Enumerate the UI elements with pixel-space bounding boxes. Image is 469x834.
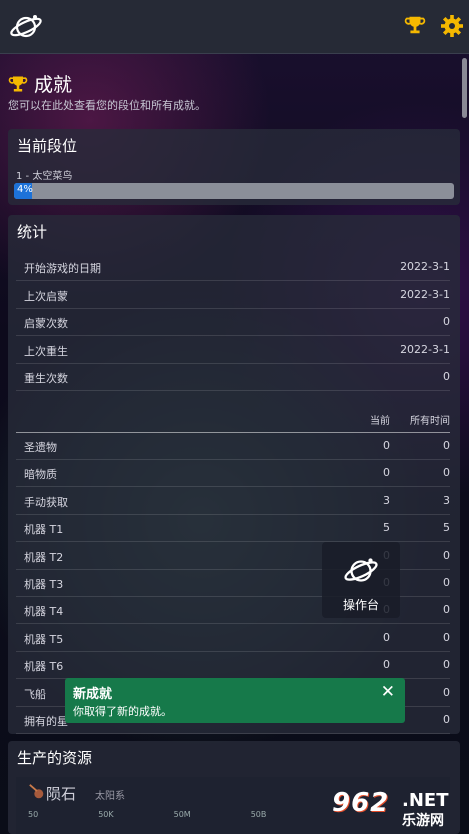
column-all-time: 所有时间 [410, 415, 450, 427]
stats-panel-title: 统计 [17, 223, 48, 241]
stat-label: 拥有的星 [24, 715, 68, 728]
watermark-domain: .NET [402, 790, 449, 811]
planet-logo-icon[interactable] [8, 9, 44, 45]
stat-row: 暗物质 0 0 [16, 459, 450, 488]
stat-current: 0 [383, 630, 390, 644]
current-rank-panel: 当前段位 1 - 太空菜鸟 4% [8, 129, 460, 205]
page-title-text: 成就 [34, 74, 73, 96]
stat-label: 开始游戏的日期 [24, 262, 101, 275]
stat-label: 手动获取 [24, 495, 68, 509]
page-title: 成就 [8, 70, 72, 97]
stat-all-time: 0 [443, 548, 450, 562]
stat-row: 上次启蒙 2022-3-1 [16, 281, 450, 309]
stat-label: 机器 T2 [24, 550, 64, 564]
stat-label: 机器 T6 [24, 660, 64, 674]
stat-all-time: 0 [443, 630, 450, 644]
stat-row: 手动获取 3 3 [16, 487, 450, 515]
top-bar [0, 0, 469, 54]
stat-value: 2022-3-1 [400, 260, 450, 273]
notification-title: 新成就 [73, 687, 113, 702]
stat-label: 机器 T3 [24, 578, 64, 591]
achievement-notification[interactable]: 新成就 你取得了新的成就。 ✕ [65, 678, 405, 723]
stat-all-time: 0 [443, 713, 450, 726]
close-icon[interactable]: ✕ [381, 682, 395, 702]
stat-row: 机器 T1 5 5 [16, 514, 450, 543]
stat-all-time: 0 [443, 603, 450, 617]
watermark-cn: 乐游网 [402, 813, 444, 829]
stat-row: 上次重生 2022-3-1 [16, 336, 450, 364]
stat-label: 飞船 [24, 687, 46, 701]
resource-name: 陨石 [46, 785, 77, 803]
stat-current: 0 [383, 439, 390, 452]
console-label: 操作台 [342, 598, 379, 612]
stat-row: 启蒙次数 0 [16, 308, 450, 336]
page-subtitle: 您可以在此处查看您的段位和所有成就。 [8, 99, 206, 112]
stat-row: 机器 T5 0 0 [16, 624, 450, 652]
stat-value: 0 [443, 370, 450, 383]
scrollbar[interactable] [462, 58, 467, 118]
gear-icon[interactable] [440, 14, 464, 38]
scale-tick: 50K [98, 810, 114, 819]
stat-all-time: 0 [443, 466, 450, 480]
stat-all-time: 0 [443, 685, 450, 699]
stat-label: 机器 T5 [24, 632, 64, 646]
resource-tag: 太阳系 [95, 791, 125, 802]
scale-tick: 50B [250, 810, 267, 819]
stat-row: 重生次数 0 [16, 363, 450, 391]
stat-current: 0 [383, 466, 390, 480]
trophy-icon [8, 76, 28, 91]
stat-value: 0 [443, 315, 450, 328]
stat-label: 圣遗物 [24, 441, 57, 454]
rank-panel-title: 当前段位 [17, 137, 78, 155]
stat-all-time: 0 [443, 658, 450, 672]
resources-panel-title: 生产的资源 [17, 749, 93, 767]
scale-tick: 50 [28, 810, 39, 819]
stat-label: 重生次数 [24, 372, 68, 385]
stats-column-header: 当前 所有时间 [16, 405, 450, 433]
stat-all-time: 3 [443, 493, 450, 507]
stats-panel: 统计 开始游戏的日期 2022-3-1 上次启蒙 2022-3-1 启蒙次数 0 上次重生 2… [8, 215, 460, 734]
stat-current: 5 [383, 521, 390, 535]
rank-progress-bar: 4% [14, 183, 454, 199]
stat-label: 上次重生 [24, 344, 68, 358]
stat-label: 启蒙次数 [24, 317, 68, 330]
stat-label: 机器 T4 [24, 605, 64, 619]
stat-current: 3 [383, 493, 390, 507]
console-button[interactable]: 操作台 [322, 542, 400, 618]
stat-current: 0 [383, 658, 390, 672]
stat-all-time: 0 [443, 439, 450, 452]
stat-row: 机器 T6 0 0 [16, 651, 450, 680]
column-current: 当前 [370, 415, 390, 427]
scale-tick: 50M [173, 810, 191, 819]
resource-scale: 50 50K 50M 50B [28, 810, 266, 819]
stat-all-time: 5 [443, 521, 450, 535]
watermark-number: 962 [332, 788, 390, 818]
rank-progress-text: 4% [17, 184, 33, 195]
trophy-icon[interactable] [404, 14, 426, 36]
stat-row: 圣遗物 0 0 [16, 432, 450, 460]
stat-value: 2022-3-1 [400, 287, 450, 301]
stat-label: 暗物质 [24, 468, 57, 482]
watermark-logo: 962 .NET 乐游网 [330, 786, 466, 830]
planet-icon [344, 558, 378, 582]
stat-all-time: 0 [443, 576, 450, 589]
stat-row: 开始游戏的日期 2022-3-1 [16, 253, 450, 281]
meteor-icon [29, 784, 44, 799]
stat-label: 上次启蒙 [24, 289, 68, 303]
stat-label: 机器 T1 [24, 523, 64, 537]
notification-message: 你取得了新的成就。 [73, 705, 172, 718]
rank-label: 1 - 太空菜鸟 [16, 171, 73, 182]
stat-value: 2022-3-1 [400, 342, 450, 356]
